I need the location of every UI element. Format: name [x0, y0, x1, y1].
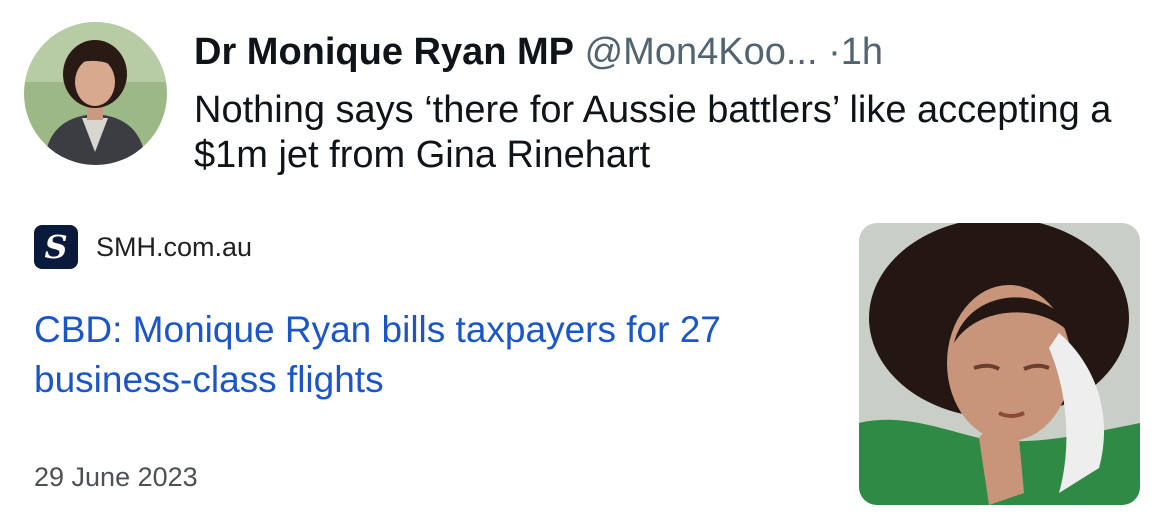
smh-logo-icon: S	[34, 225, 78, 269]
author-name[interactable]: Dr Monique Ryan MP	[194, 31, 574, 73]
article-date: 29 June 2023	[34, 462, 198, 492]
separator-dot: ·	[828, 31, 841, 73]
tweet-header: Dr Monique Ryan MP @Mon4Koo... ·1h	[194, 28, 883, 76]
author-handle[interactable]: @Mon4Koo...	[585, 31, 818, 73]
link-headline[interactable]: CBD: Monique Ryan bills taxpayers for 27…	[34, 305, 834, 405]
article-thumbnail[interactable]	[859, 223, 1140, 505]
avatar-image	[24, 22, 167, 165]
thumbnail-image	[859, 223, 1140, 505]
link-source[interactable]: S SMH.com.au	[34, 225, 252, 269]
tweet-text: Nothing says ‘there for Aussie battlers’…	[194, 89, 1112, 176]
source-name: SMH.com.au	[96, 231, 253, 262]
tweet-timestamp[interactable]: 1h	[841, 31, 883, 73]
author-avatar[interactable]	[24, 22, 167, 165]
